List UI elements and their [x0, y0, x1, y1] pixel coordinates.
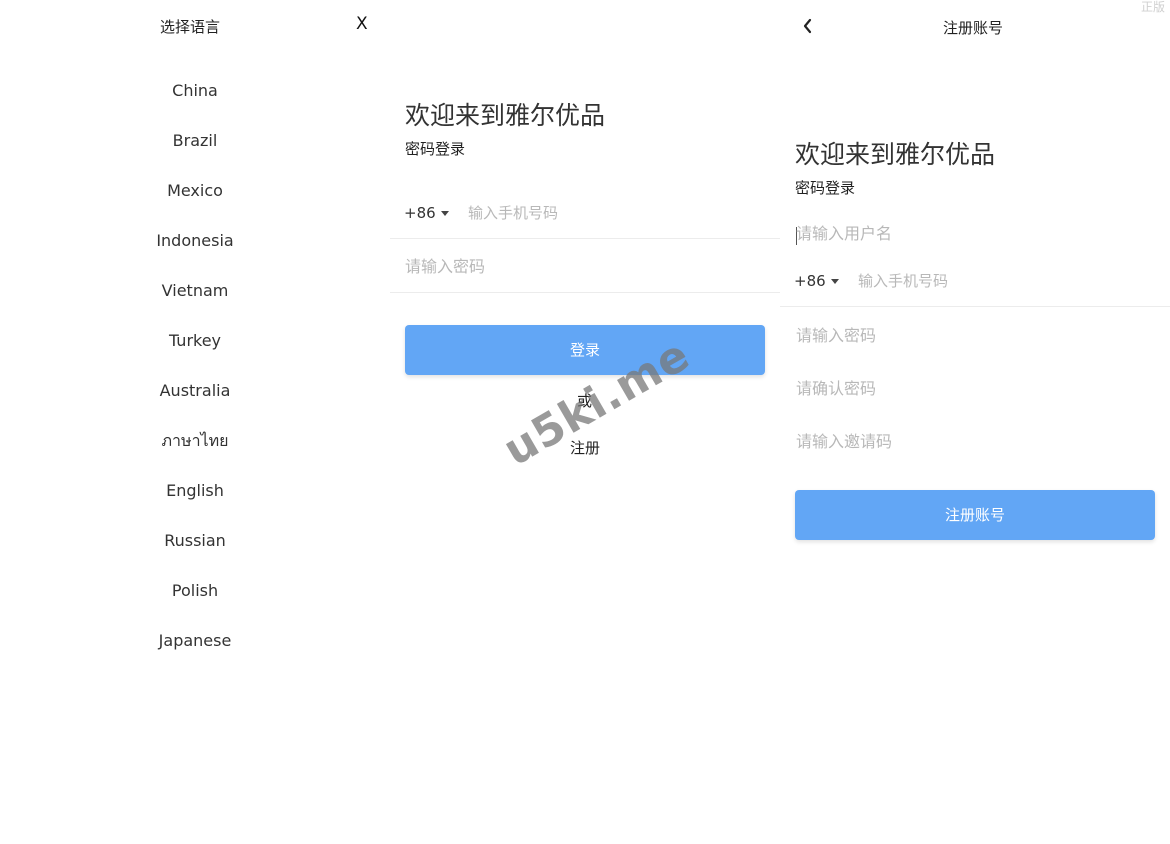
language-item-japanese[interactable]: Japanese: [0, 616, 390, 666]
language-panel-title: 选择语言: [160, 18, 221, 36]
language-item-polish[interactable]: Polish: [0, 566, 390, 616]
welcome-heading: 欢迎来到雅尔优品: [405, 101, 606, 130]
phone-input[interactable]: [468, 204, 768, 222]
caret-down-icon: [830, 279, 839, 284]
language-item-australia[interactable]: Australia: [0, 366, 390, 416]
country-code-select[interactable]: +86: [404, 204, 449, 222]
register-welcome-heading: 欢迎来到雅尔优品: [795, 140, 996, 169]
corner-label: 正版: [1141, 0, 1166, 14]
chevron-left-icon[interactable]: [798, 14, 818, 38]
register-country-code-value: +86: [794, 272, 826, 290]
register-country-code-select[interactable]: +86: [794, 272, 839, 290]
register-mode-label: 密码登录: [795, 179, 856, 197]
register-panel: 注册账号 欢迎来到雅尔优品 密码登录 +86 注册账号: [780, 0, 1170, 844]
language-item-vietnam[interactable]: Vietnam: [0, 266, 390, 316]
language-item-russian[interactable]: Russian: [0, 516, 390, 566]
language-panel: 选择语言 X China Brazil Mexico Indonesia Vie…: [0, 0, 390, 844]
language-list: China Brazil Mexico Indonesia Vietnam Tu…: [0, 66, 390, 666]
language-item-turkey[interactable]: Turkey: [0, 316, 390, 366]
login-mode-label: 密码登录: [405, 140, 466, 158]
language-item-china[interactable]: China: [0, 66, 390, 116]
password-input[interactable]: [405, 257, 765, 276]
caret-down-icon: [440, 211, 449, 216]
register-button[interactable]: 注册账号: [795, 490, 1155, 540]
invite-code-input[interactable]: [796, 432, 1156, 451]
phone-row: +86: [390, 189, 780, 239]
language-item-mexico[interactable]: Mexico: [0, 166, 390, 216]
language-item-english[interactable]: English: [0, 466, 390, 516]
register-phone-input[interactable]: [858, 272, 1158, 290]
language-item-thai[interactable]: ภาษาไทย: [0, 416, 390, 466]
confirm-password-input[interactable]: [796, 379, 1156, 398]
language-item-indonesia[interactable]: Indonesia: [0, 216, 390, 266]
register-page-title: 注册账号: [943, 19, 1004, 37]
close-button[interactable]: X: [356, 14, 368, 34]
register-password-input[interactable]: [796, 326, 1156, 345]
country-code-value: +86: [404, 204, 436, 222]
register-phone-row: +86: [780, 257, 1170, 307]
login-button[interactable]: 登录: [405, 325, 765, 375]
language-item-brazil[interactable]: Brazil: [0, 116, 390, 166]
password-row: [390, 243, 780, 293]
username-input[interactable]: [796, 224, 1156, 243]
